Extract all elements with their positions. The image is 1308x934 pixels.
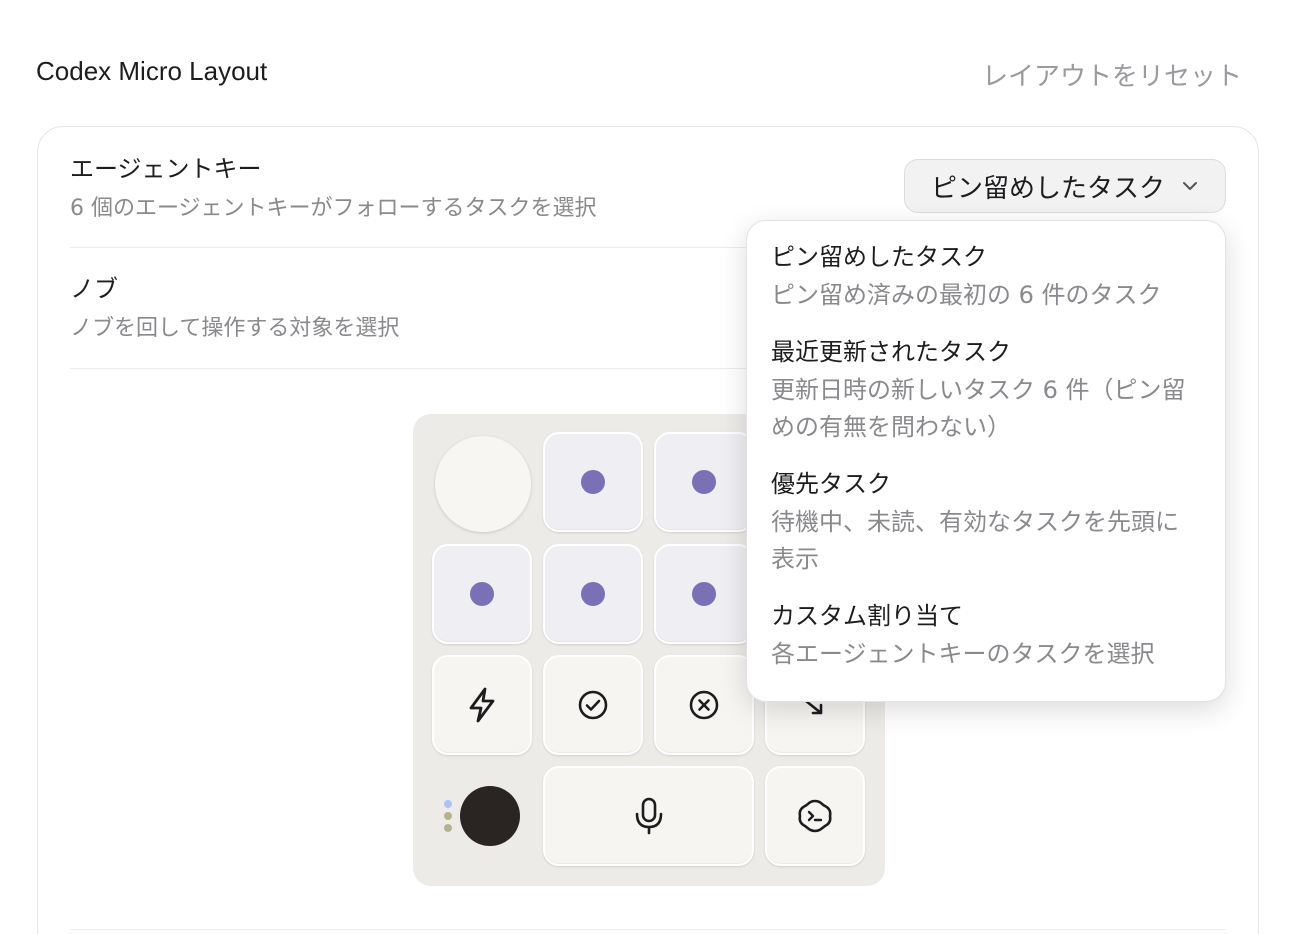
agent-keys-select[interactable]: ピン留めしたタスク [903, 159, 1226, 213]
agent-keys-dropdown-menu: ピン留めしたタスク ピン留め済みの最初の 6 件のタスク 最近更新されたタスク … [746, 220, 1226, 702]
codex-key[interactable] [765, 766, 865, 866]
menu-option-pinned[interactable]: ピン留めしたタスク ピン留め済みの最初の 6 件のタスク [771, 241, 1201, 314]
status-led [444, 824, 452, 832]
menu-option-title: カスタム割り当て [771, 602, 963, 630]
agent-key-dot [581, 470, 605, 494]
agent-key-1[interactable] [543, 432, 643, 532]
menu-option-description: 各エージェントキーのタスクを選択 [771, 640, 1155, 668]
reset-layout-button[interactable]: レイアウトをリセット [982, 56, 1242, 93]
menu-option-title: ピン留めしたタスク [771, 243, 987, 271]
x-circle-icon [689, 690, 719, 720]
agent-key-4[interactable] [432, 544, 532, 644]
bolt-icon [469, 687, 495, 723]
status-led [444, 812, 452, 820]
approve-key[interactable] [543, 655, 643, 755]
agent-keys-select-value: ピン留めしたタスク [930, 173, 1165, 204]
agent-key-dot [692, 582, 716, 606]
chevron-down-icon [1183, 182, 1197, 190]
terminal-icon [798, 799, 832, 833]
knob-top[interactable] [435, 436, 531, 532]
menu-option-title: 最近更新されたタスク [771, 338, 1011, 366]
reject-key[interactable] [654, 655, 754, 755]
agent-key-dot [692, 470, 716, 494]
knob-bottom[interactable] [460, 786, 520, 846]
agent-key-6[interactable] [654, 544, 754, 644]
voice-key[interactable] [543, 766, 754, 866]
menu-option-description: 更新日時の新しいタスク 6 件（ピン留めの有無を問わない） [771, 376, 1186, 441]
page-title: Codex Micro Layout [36, 56, 268, 86]
agent-key-2[interactable] [654, 432, 754, 532]
settings-page: Codex Micro Layout レイアウトをリセット エージェントキー 6… [0, 0, 1308, 934]
agent-key-5[interactable] [543, 544, 643, 644]
agent-key-dot [581, 582, 605, 606]
menu-option-description: ピン留め済みの最初の 6 件のタスク [771, 281, 1162, 309]
agent-key-dot [470, 582, 494, 606]
menu-option-description: 待機中、未読、有効なタスクを先頭に表示 [771, 508, 1179, 573]
bolt-key[interactable] [432, 655, 532, 755]
menu-option-recent[interactable]: 最近更新されたタスク 更新日時の新しいタスク 6 件（ピン留めの有無を問わない） [771, 336, 1201, 446]
menu-option-title: 優先タスク [771, 470, 891, 498]
menu-option-custom[interactable]: カスタム割り当て 各エージェントキーのタスクを選択 [771, 600, 1201, 673]
menu-option-priority[interactable]: 優先タスク 待機中、未読、有効なタスクを先頭に表示 [771, 468, 1201, 578]
microphone-icon [635, 797, 662, 835]
status-led [444, 800, 452, 808]
check-circle-icon [578, 690, 608, 720]
divider [70, 929, 1226, 930]
